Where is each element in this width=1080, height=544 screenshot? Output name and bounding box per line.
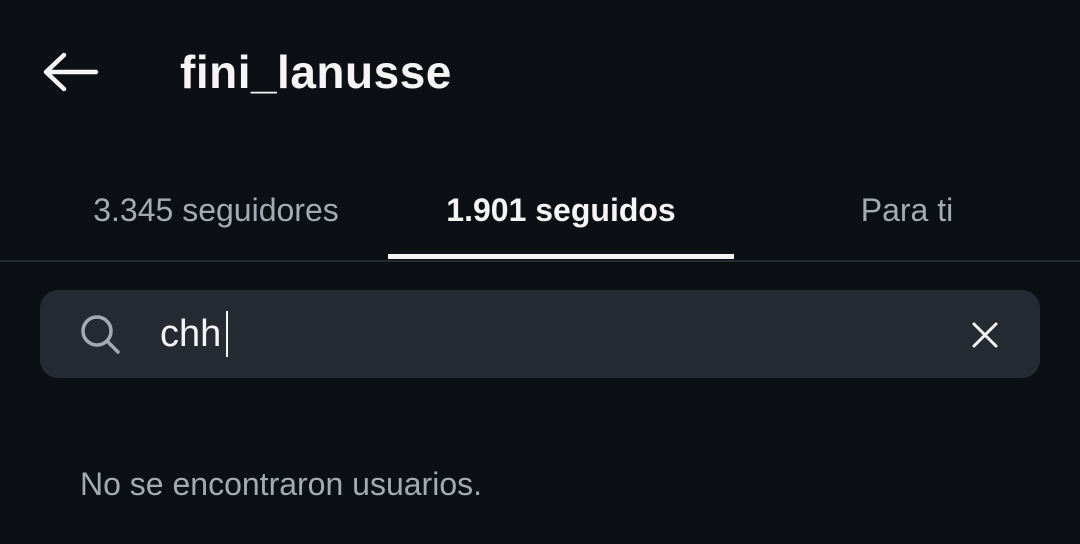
tab-for-you[interactable]: Para ti — [734, 160, 1080, 260]
tab-bar: 3.345 seguidores 1.901 seguidos Para ti — [0, 160, 1080, 260]
search-input[interactable] — [160, 305, 940, 363]
tab-following[interactable]: 1.901 seguidos — [388, 160, 734, 260]
page-title: fini_lanusse — [180, 46, 452, 98]
empty-results-message: No se encontraron usuarios. — [80, 466, 482, 502]
active-tab-indicator — [388, 254, 734, 259]
search-icon — [81, 315, 120, 354]
close-icon — [972, 322, 998, 348]
clear-search-button[interactable] — [962, 312, 1008, 358]
arrow-left-icon — [43, 52, 99, 92]
followers-page: fini_lanusse 3.345 seguidores 1.901 segu… — [0, 0, 1080, 544]
tab-divider — [0, 260, 1080, 262]
tab-followers[interactable]: 3.345 seguidores — [44, 160, 388, 260]
text-cursor — [226, 311, 228, 357]
back-button[interactable] — [30, 42, 110, 102]
header: fini_lanusse — [0, 0, 1080, 145]
